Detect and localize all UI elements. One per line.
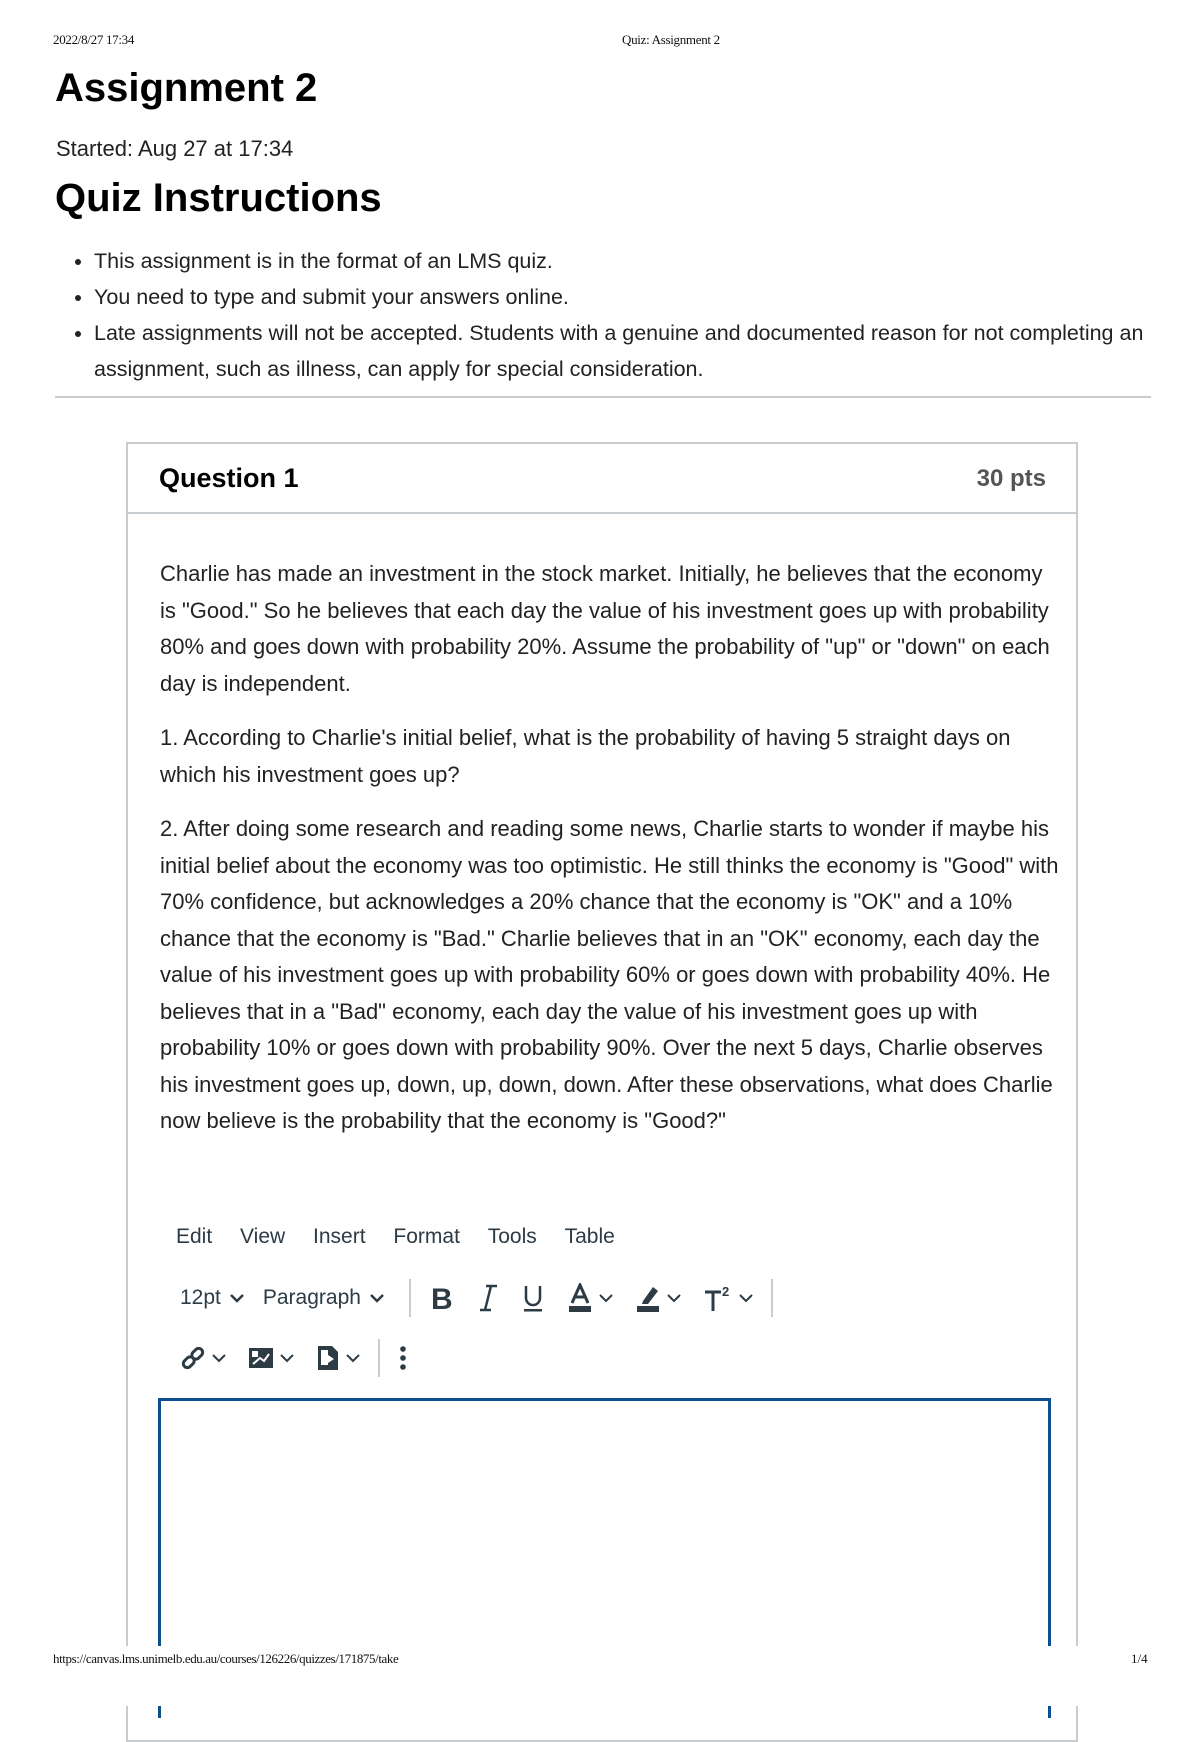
print-doc-title: Quiz: Assignment 2 (622, 32, 720, 47)
question-points: 30 pts (976, 465, 1046, 492)
link-icon (181, 1346, 205, 1370)
chevron-down-icon (280, 1354, 294, 1363)
underline-button[interactable] (521, 1283, 545, 1313)
toolbar-separator (770, 1279, 773, 1317)
svg-text:B: B (431, 1283, 453, 1313)
bold-button[interactable]: B (429, 1283, 455, 1313)
editor-menubar: Edit View Insert Format Tools Table (176, 1225, 637, 1249)
toolbar-separator (378, 1339, 380, 1377)
print-page-number: 1/4 (1131, 1651, 1148, 1666)
text-color-icon (568, 1283, 591, 1312)
toolbar-separator (408, 1279, 411, 1317)
menu-insert[interactable]: Insert (313, 1225, 366, 1249)
editor-toolbar-row-1: 12pt Paragraph B 2 (180, 1278, 791, 1318)
link-button[interactable] (180, 1345, 226, 1371)
italic-button[interactable] (477, 1283, 499, 1313)
text-color-button[interactable] (567, 1283, 613, 1313)
highlight-button[interactable] (635, 1283, 681, 1313)
print-datetime: 2022/8/27 17:34 (53, 32, 135, 47)
menu-view[interactable]: View (240, 1225, 285, 1249)
chevron-down-icon (667, 1294, 681, 1303)
menu-format[interactable]: Format (393, 1225, 460, 1249)
question-paragraph: Charlie has made an investment in the st… (160, 561, 1050, 696)
question-name: Question 1 (159, 463, 299, 493)
print-url: https://canvas.lms.unimelb.edu.au/course… (53, 1651, 399, 1666)
menu-edit[interactable]: Edit (176, 1225, 212, 1249)
print-footer: https://canvas.lms.unimelb.edu.au/course… (0, 1651, 1200, 1671)
superscript-button[interactable]: 2 (703, 1283, 753, 1313)
image-button[interactable] (248, 1346, 294, 1370)
print-header: 2022/8/27 17:34 Quiz: Assignment 2 (0, 32, 1200, 52)
document-icon (318, 1346, 338, 1370)
chevron-down-icon (229, 1294, 244, 1303)
question-text: Charlie has made an investment in the st… (160, 556, 1060, 1158)
question-paragraph: 2. After doing some research and reading… (160, 816, 1059, 1133)
block-format-select[interactable]: Paragraph (263, 1286, 385, 1310)
chevron-down-icon (212, 1354, 226, 1363)
instruction-item: This assignment is in the format of an L… (94, 243, 1174, 279)
highlight-icon (636, 1287, 659, 1312)
bold-icon: B (431, 1283, 453, 1313)
instructions-title: Quiz Instructions (55, 176, 382, 220)
instruction-item: You need to type and submit your answers… (94, 279, 1174, 315)
svg-text:2: 2 (722, 1284, 729, 1299)
question-header: Question 1 30 pts (128, 444, 1076, 514)
section-divider (55, 396, 1151, 398)
menu-tools[interactable]: Tools (488, 1225, 537, 1249)
started-timestamp: Started: Aug 27 at 17:34 (56, 136, 294, 161)
more-options-button[interactable] (398, 1345, 408, 1371)
instructions-list: This assignment is in the format of an L… (55, 243, 1174, 387)
more-options-icon (400, 1346, 406, 1370)
image-icon (249, 1348, 273, 1368)
chevron-down-icon (599, 1294, 613, 1303)
underline-icon (523, 1286, 542, 1312)
editor-toolbar-row-2 (180, 1338, 430, 1378)
chevron-down-icon (346, 1354, 360, 1363)
italic-icon (479, 1284, 497, 1312)
document-button[interactable] (316, 1345, 360, 1371)
menu-table[interactable]: Table (565, 1225, 615, 1249)
chevron-down-icon (739, 1294, 753, 1303)
chevron-down-icon (370, 1294, 384, 1303)
instruction-item: Late assignments will not be accepted. S… (94, 315, 1174, 387)
font-size-select[interactable]: 12pt (180, 1286, 245, 1310)
block-format-value: Paragraph (262, 1286, 361, 1309)
page-title: Assignment 2 (55, 66, 318, 110)
question-paragraph: 1. According to Charlie's initial belief… (160, 725, 1011, 787)
font-size-value: 12pt (180, 1286, 221, 1309)
superscript-icon: 2 (704, 1284, 729, 1311)
